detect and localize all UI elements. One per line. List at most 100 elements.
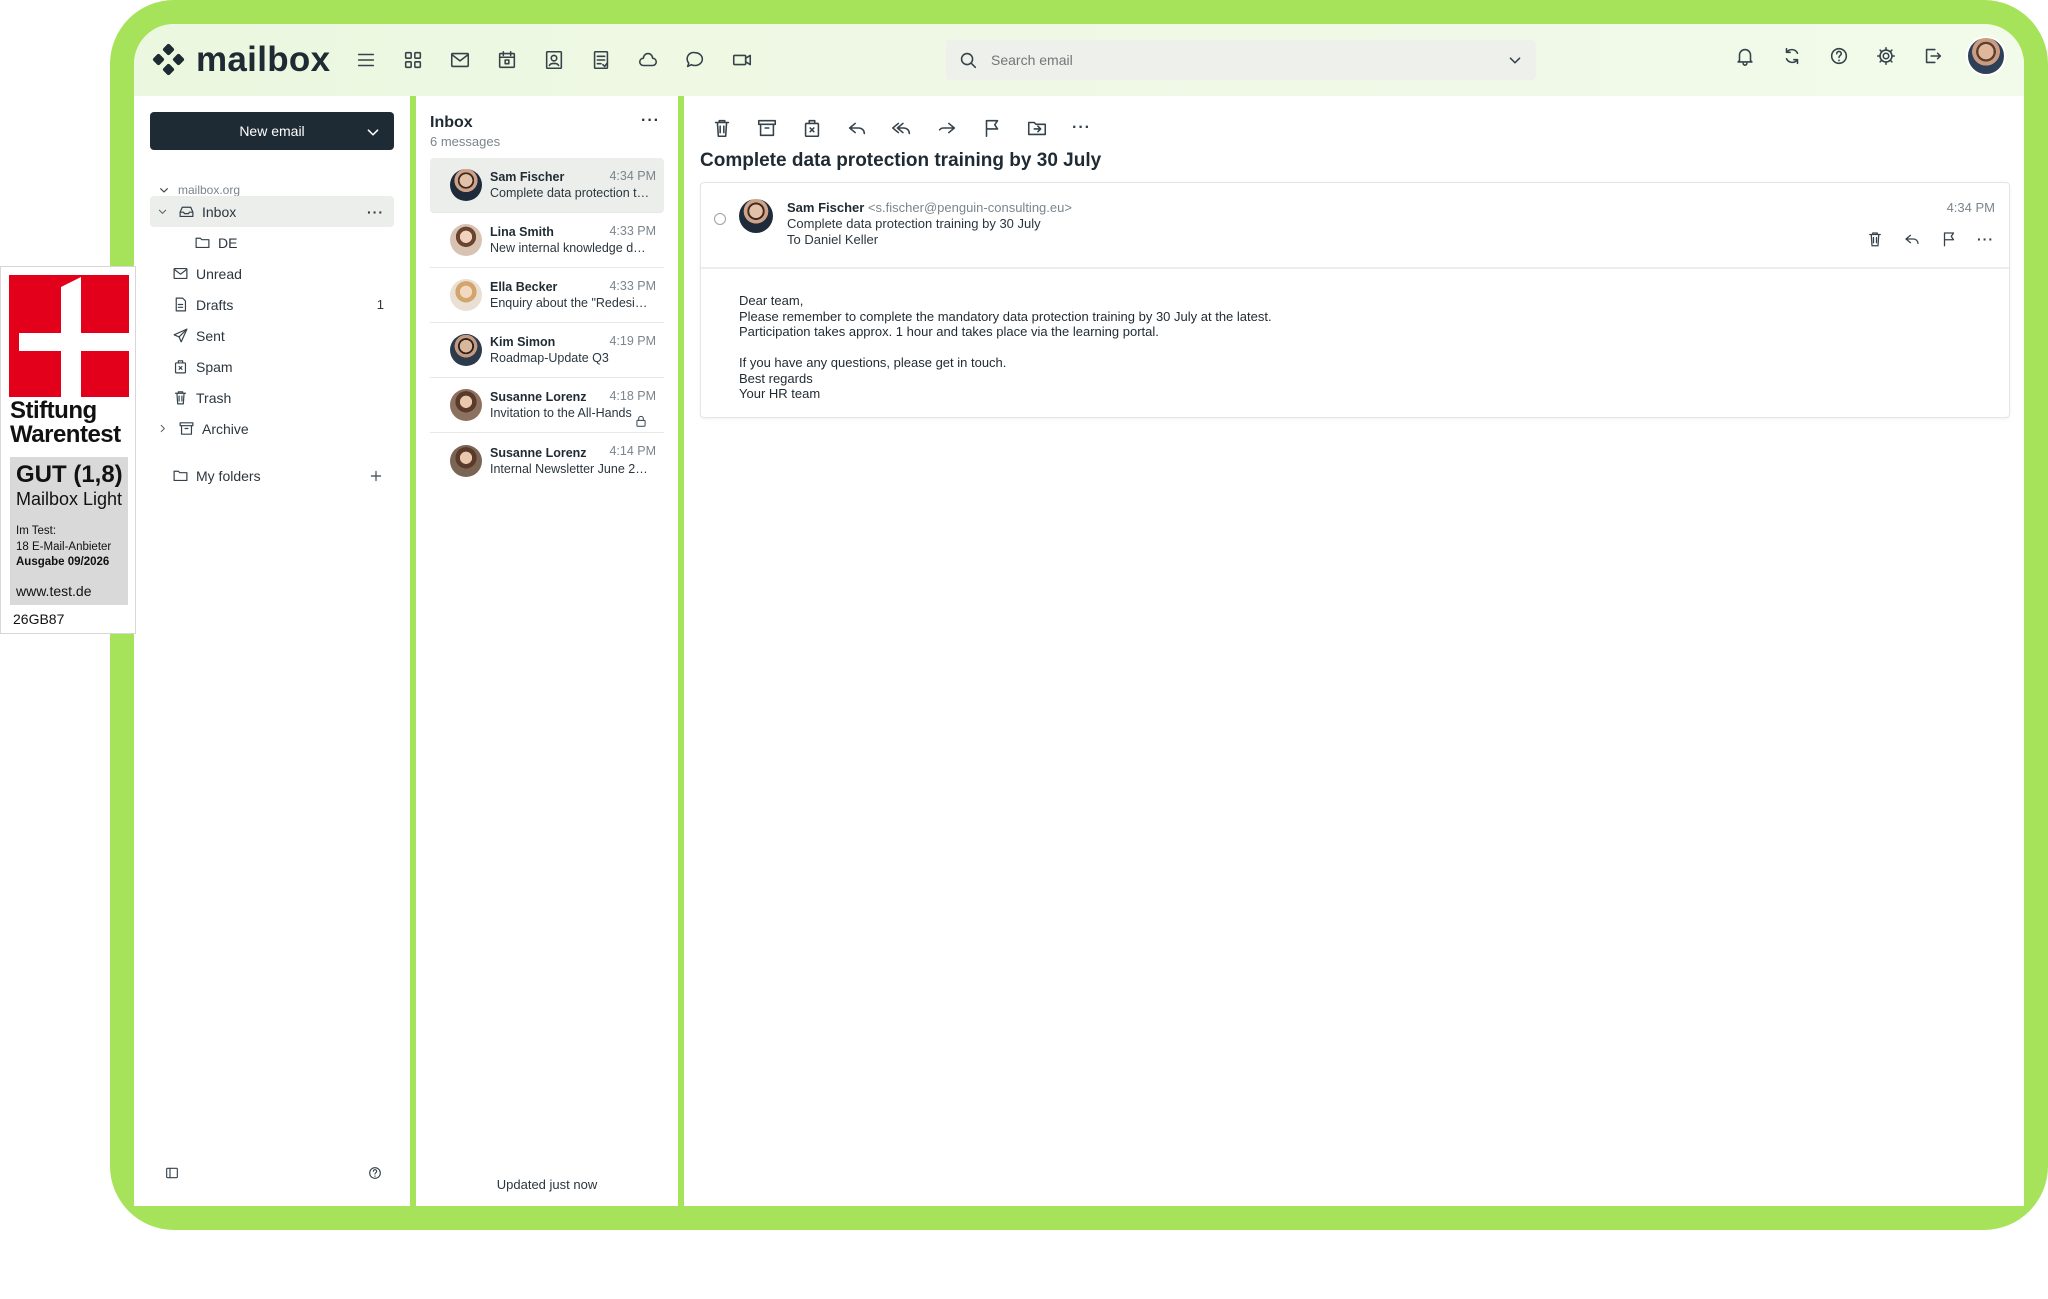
badge-logo — [9, 275, 129, 397]
contacts-icon[interactable] — [540, 47, 567, 74]
tasks-icon[interactable] — [587, 47, 614, 74]
search-input[interactable] — [991, 52, 1493, 68]
badge-brand: Stiftung Warentest — [10, 399, 121, 447]
more-icon[interactable]: ··· — [1068, 114, 1095, 141]
mail-icon[interactable] — [446, 47, 473, 74]
select-radio[interactable] — [714, 213, 726, 225]
lock-icon — [627, 407, 654, 434]
list-title: Inbox — [430, 114, 473, 131]
avatar — [450, 334, 482, 366]
top-bar: mailbox — [134, 24, 2024, 96]
logout-icon[interactable] — [1919, 43, 1946, 70]
draft-icon — [168, 291, 192, 318]
list-item[interactable]: Lina Smith New internal knowledge databa… — [430, 213, 664, 268]
trash-icon[interactable] — [1861, 225, 1888, 252]
sender-line: Sam Fischer <s.fischer@penguin-consultin… — [787, 200, 1072, 215]
sidebar-item-archive[interactable]: Archive — [150, 413, 394, 444]
body-line: Please remember to complete the mandator… — [739, 308, 1272, 324]
archive-icon[interactable] — [753, 114, 780, 141]
folder-nav: Inbox ··· DE Unread Drafts 1 Sent Spam T… — [150, 196, 394, 491]
chevron-down-icon[interactable] — [359, 118, 386, 145]
video-icon[interactable] — [728, 47, 755, 74]
message-card: Sam Fischer <s.fischer@penguin-consultin… — [700, 182, 2010, 418]
plus-icon[interactable] — [364, 462, 388, 489]
badge-test-line: 18 E-Mail-Anbieter — [16, 541, 112, 553]
sidebar-item-inbox[interactable]: Inbox ··· — [150, 196, 394, 227]
sidebar-item-label: Trash — [196, 389, 232, 406]
sidebar-item-label: DE — [218, 234, 238, 251]
message-body: Dear team, Please remember to complete t… — [739, 293, 1272, 402]
body-line: If you have any questions, please get in… — [739, 355, 1007, 370]
recipient-name[interactable]: Daniel Keller — [804, 232, 878, 247]
search-bar[interactable] — [946, 40, 1536, 80]
avatar — [450, 224, 482, 256]
sidebar-item-spam[interactable]: Spam — [150, 351, 394, 382]
message-list: Inbox 6 messages ··· Sam Fischer Complet… — [416, 96, 678, 1206]
sidebar-item-label: Drafts — [196, 296, 234, 313]
logo[interactable]: mailbox — [152, 40, 330, 80]
new-email-button[interactable]: New email — [150, 112, 394, 150]
app-window: mailbox Search email New email mailbox.o… — [134, 24, 2024, 1206]
more-icon[interactable]: ··· — [1972, 225, 1999, 252]
message-time: 4:19 PM — [609, 334, 656, 348]
apps-grid-icon[interactable] — [399, 47, 426, 74]
list-item[interactable]: Ella Becker Enquiry about the "Redesign"… — [430, 268, 664, 323]
move-icon[interactable] — [1023, 114, 1050, 141]
sidebar-item-de[interactable]: DE — [150, 227, 394, 258]
sidebar-item-sent[interactable]: Sent — [150, 320, 394, 351]
message-time: 4:34 PM — [1946, 200, 1995, 215]
avatar — [450, 389, 482, 421]
list-item[interactable]: Susanne Lorenz Invitation to the All-Han… — [430, 378, 664, 433]
more-icon[interactable]: ··· — [367, 204, 384, 220]
flag-icon[interactable] — [978, 114, 1005, 141]
message-toolbar: ··· — [708, 114, 1095, 141]
account-name: mailbox.org — [178, 182, 241, 197]
folder-icon — [190, 229, 214, 256]
body-line: Participation takes approx. 1 hour and t… — [739, 324, 1159, 339]
chat-icon[interactable] — [681, 47, 708, 74]
sidebar-item-drafts[interactable]: Drafts 1 — [150, 289, 394, 320]
badge-brand-line: Stiftung — [10, 397, 97, 424]
message-time: 4:34 PM — [609, 169, 656, 183]
reply-icon[interactable] — [1898, 225, 1925, 252]
sender-avatar — [739, 199, 773, 233]
list-item[interactable]: Susanne Lorenz Internal Newsletter June … — [430, 433, 664, 488]
chevron-down-icon[interactable] — [150, 198, 174, 225]
gear-icon[interactable] — [1872, 43, 1899, 70]
help-icon[interactable] — [1825, 43, 1852, 70]
trash-icon[interactable] — [708, 114, 735, 141]
reply-all-icon[interactable] — [888, 114, 915, 141]
chevron-right-icon[interactable] — [150, 415, 174, 442]
badge-grade: GUT (1,8) — [16, 461, 123, 488]
refresh-icon[interactable] — [1778, 43, 1805, 70]
body-line — [739, 340, 1272, 356]
sidebar-item-my-folders[interactable]: My folders — [150, 460, 394, 491]
message-subject: Complete data protection training by 30 … — [490, 186, 650, 200]
forward-icon[interactable] — [933, 114, 960, 141]
sidebar-item-trash[interactable]: Trash — [150, 382, 394, 413]
reply-icon[interactable] — [843, 114, 870, 141]
chevron-down-icon[interactable] — [1501, 47, 1528, 74]
drafts-count: 1 — [376, 297, 384, 312]
user-avatar[interactable] — [1966, 36, 2006, 76]
to-label: To — [787, 232, 801, 247]
spam-icon[interactable] — [798, 114, 825, 141]
sender-name[interactable]: Sam Fischer — [787, 200, 864, 215]
list-item[interactable]: Kim Simon Roadmap-Update Q3 4:19 PM — [430, 323, 664, 378]
sidebar-item-label: Archive — [202, 420, 249, 437]
calendar-icon[interactable] — [493, 47, 520, 74]
list-item[interactable]: Sam Fischer Complete data protection tra… — [430, 158, 664, 213]
bell-icon[interactable] — [1731, 43, 1758, 70]
sidebar-item-unread[interactable]: Unread — [150, 258, 394, 289]
help-icon[interactable] — [361, 1159, 388, 1186]
message-items: Sam Fischer Complete data protection tra… — [430, 158, 664, 488]
sidebar-item-label: Unread — [196, 265, 242, 282]
new-email-label: New email — [239, 123, 305, 139]
search-icon — [954, 47, 981, 74]
sidebar-toggle-icon[interactable] — [158, 1159, 185, 1186]
more-icon[interactable]: ··· — [641, 112, 660, 130]
flag-icon[interactable] — [1935, 225, 1962, 252]
message-header: Sam Fischer <s.fischer@penguin-consultin… — [701, 183, 2009, 269]
cloud-icon[interactable] — [634, 47, 661, 74]
menu-icon[interactable] — [352, 47, 379, 74]
